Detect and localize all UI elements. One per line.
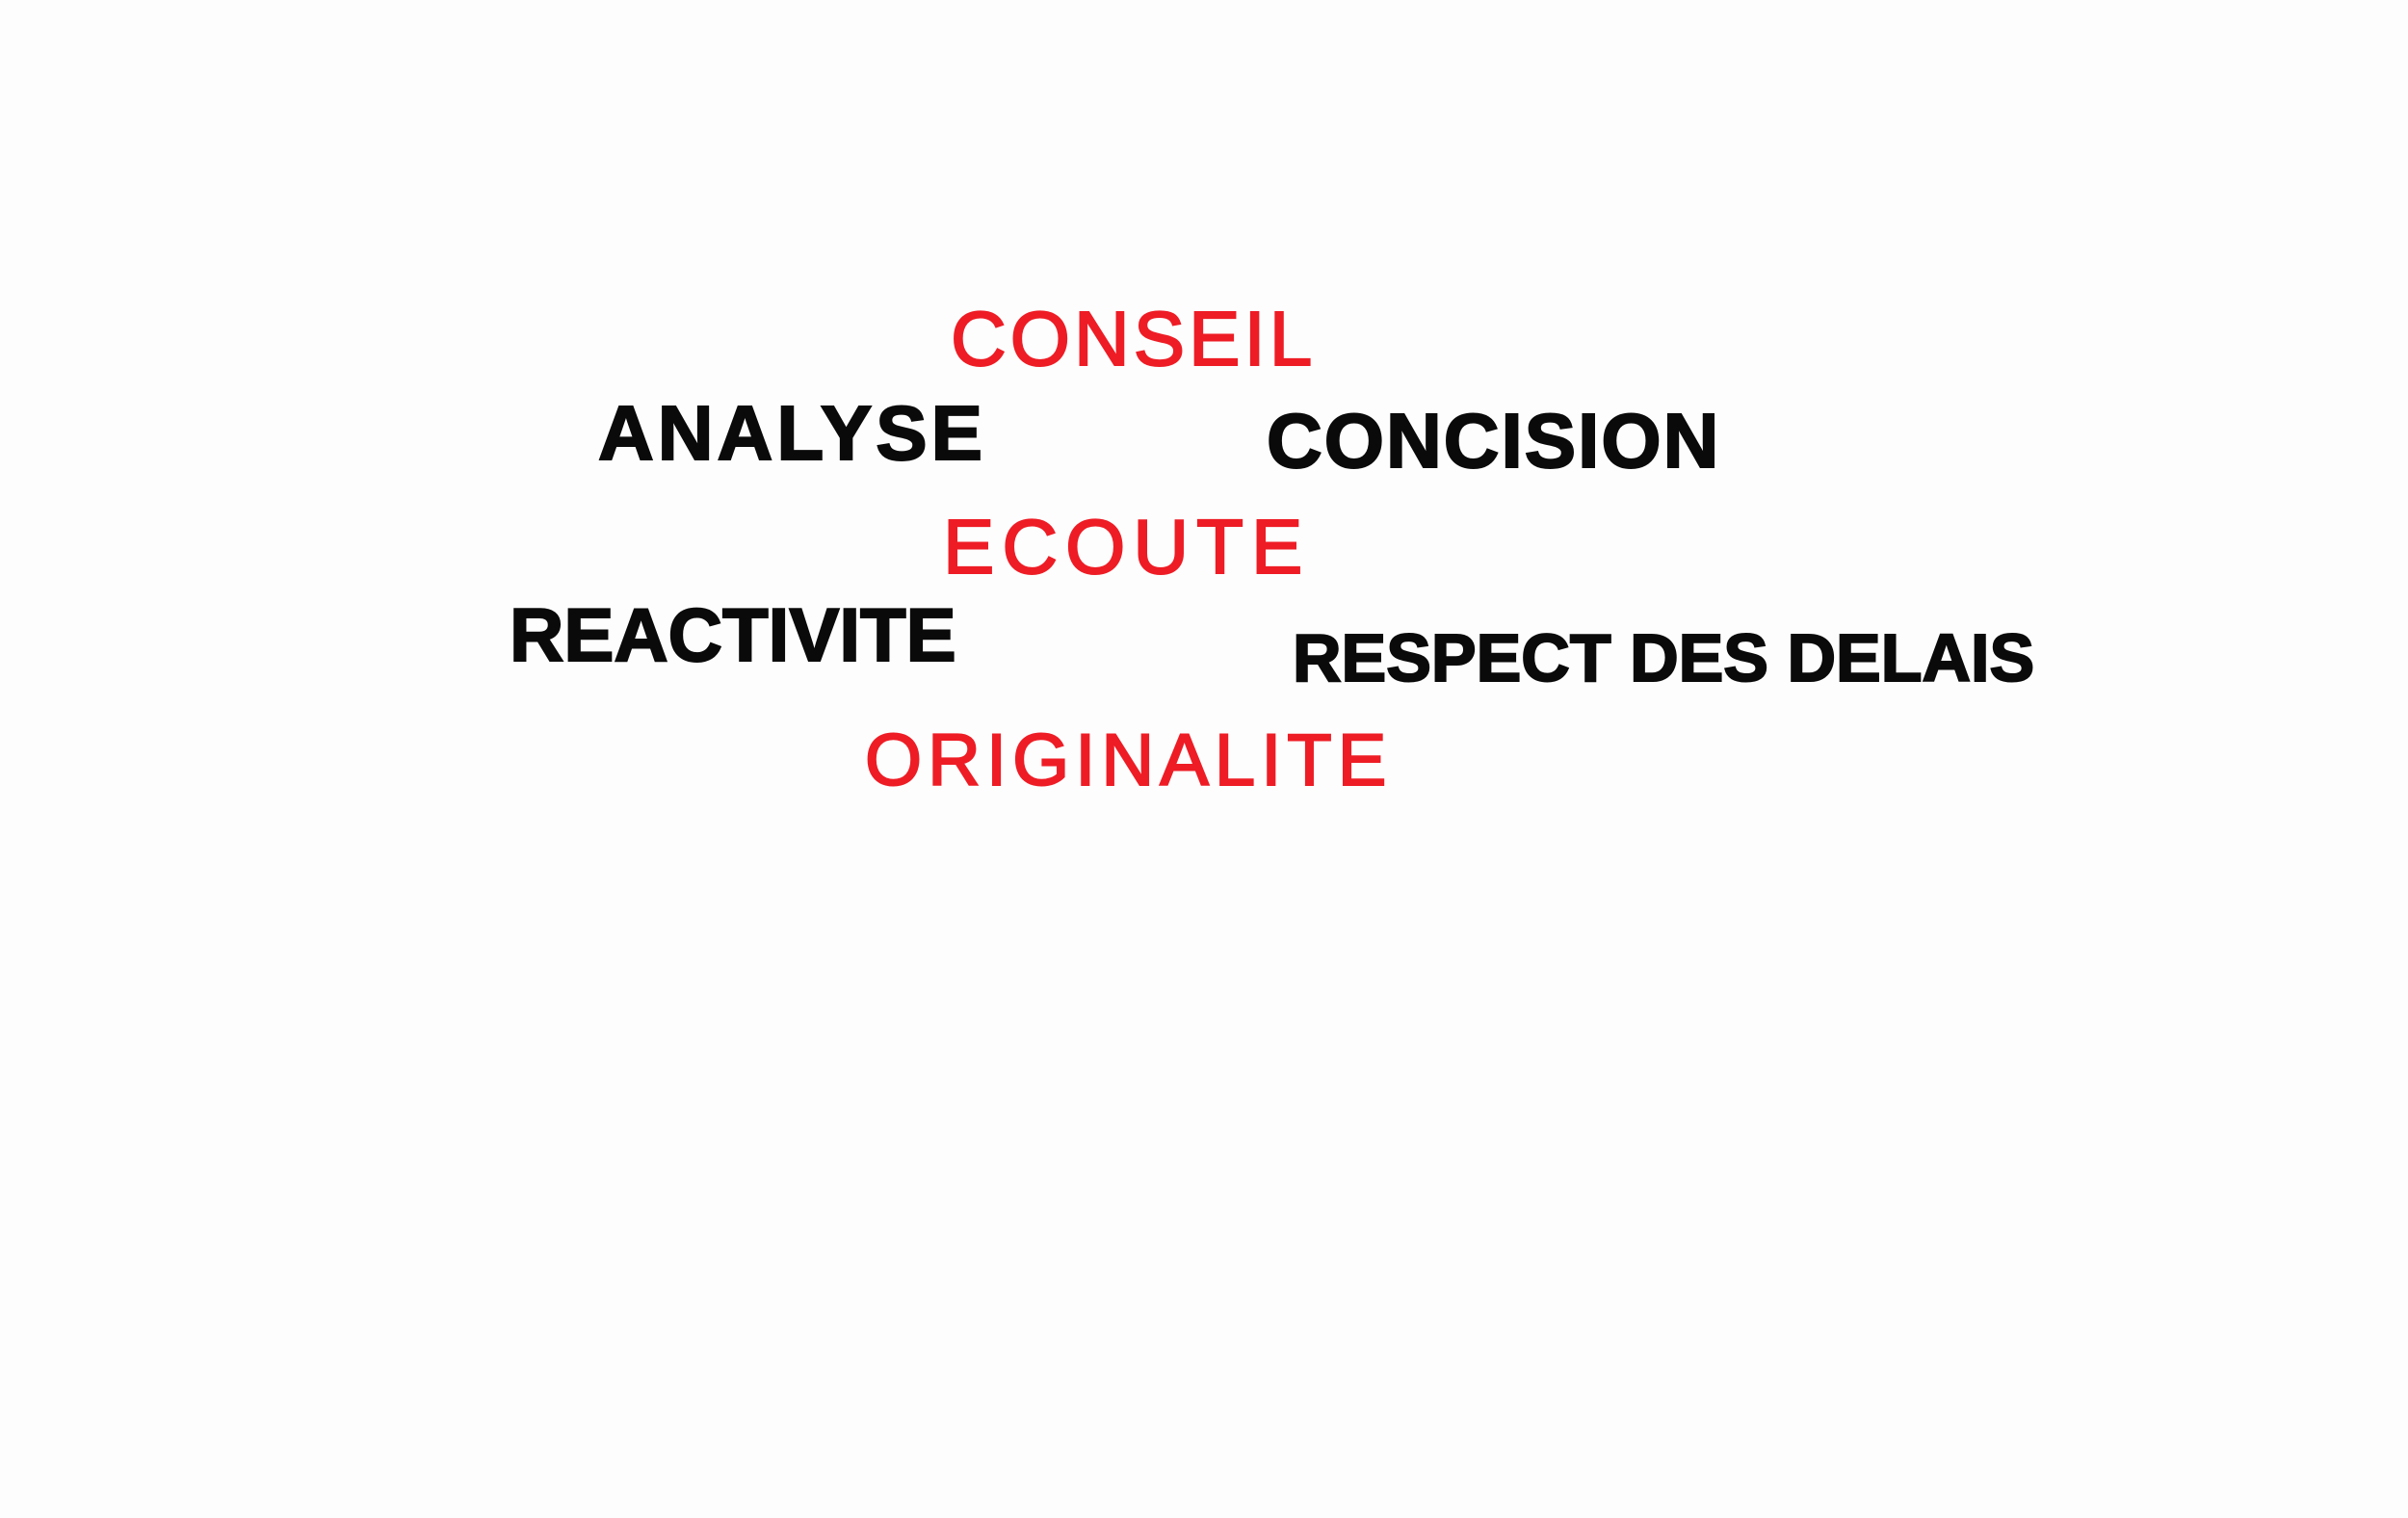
word-conseil: Conseil	[950, 296, 1317, 381]
word-concision: Concision	[1266, 398, 1721, 484]
word-reactivite: Reactivite	[509, 592, 957, 677]
word-respect-des-delais: Respect des delais	[1292, 620, 2035, 695]
word-ecoute: Ecoute	[942, 504, 1311, 589]
word-analyse: Analyse	[597, 390, 986, 476]
word-originalite: Originalite	[864, 720, 1393, 801]
